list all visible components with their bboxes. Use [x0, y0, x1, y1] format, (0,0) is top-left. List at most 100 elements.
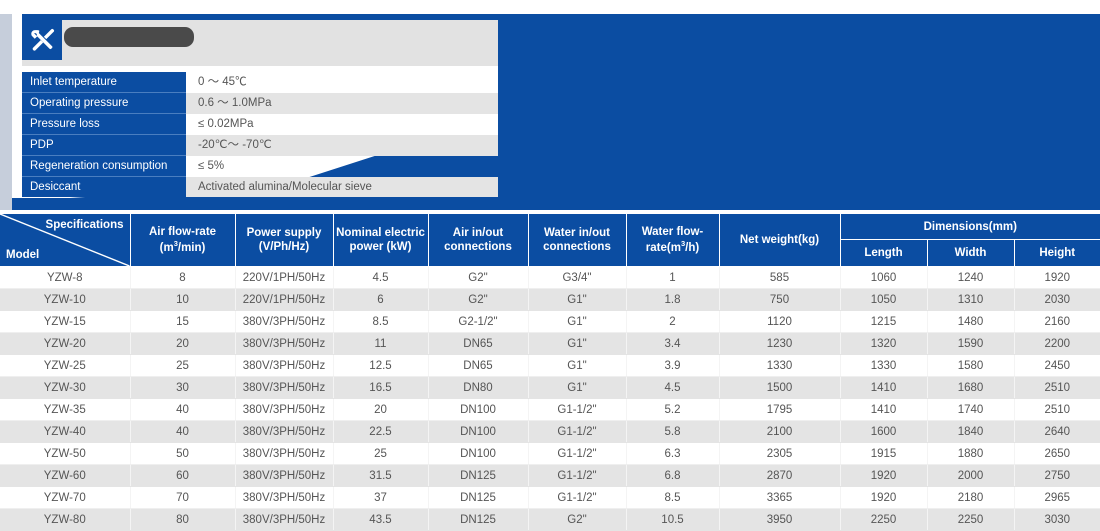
header-water-flow-post: /h) — [685, 241, 700, 254]
cell-air-flow: 20 — [130, 332, 236, 355]
cell-power-supply: 380V/3PH/50Hz — [235, 310, 334, 333]
cell-model: YZW-70 — [0, 486, 131, 509]
cell-power-kw: 25 — [333, 442, 429, 465]
header-air-flow-unit-post: /min) — [177, 241, 206, 254]
cell-width: 2000 — [927, 464, 1015, 487]
cell-air-flow: 40 — [130, 398, 236, 421]
cell-height: 3030 — [1014, 508, 1100, 531]
spec-row: Pressure loss ≤ 0.02MPa — [22, 113, 498, 135]
header-nominal-power: Nominal electric power (kW) — [333, 214, 429, 267]
table-row: YZW-40 40 380V/3PH/50Hz 22.5 DN100 G1-1/2" 5.8… — [0, 420, 1100, 443]
header-water-conn-line1: Water in/out — [543, 226, 610, 239]
cell-water-conn: G1" — [528, 288, 627, 311]
cell-net-weight: 2100 — [719, 420, 841, 443]
spec-card-title-row — [22, 20, 498, 60]
cell-net-weight: 585 — [719, 266, 841, 289]
cell-water-conn: G1" — [528, 310, 627, 333]
header-notch-strip — [0, 198, 12, 210]
spec-value: -20℃～ -70℃ — [186, 134, 498, 156]
model-specification-table: Specifications Model Air flow-rate (m3/m… — [0, 214, 1100, 531]
cell-air-conn: DN65 — [428, 354, 529, 377]
cell-width: 1310 — [927, 288, 1015, 311]
cell-air-conn: DN125 — [428, 486, 529, 509]
cell-power-supply: 380V/3PH/50Hz — [235, 354, 334, 377]
header-power-supply-line2: (V/Ph/Hz) — [258, 241, 310, 253]
table-row: YZW-10 10 220V/1PH/50Hz 6 G2" G1" 1.8 750 1050 13… — [0, 288, 1100, 311]
cell-water-flow: 3.9 — [626, 354, 720, 377]
spec-value: 0 ～ 45℃ — [198, 76, 247, 89]
cell-model: YZW-15 — [0, 310, 131, 333]
cell-power-kw: 37 — [333, 486, 429, 509]
spec-value: ≤ 5% — [198, 160, 225, 172]
cell-width: 1590 — [927, 332, 1015, 355]
cell-water-flow: 3.4 — [626, 332, 720, 355]
spec-parameter-table: Inlet temperature 0 ～ 45℃ Operating pres… — [22, 72, 498, 197]
header-air-flow-unit-pre: (m — [159, 241, 174, 254]
table-row: YZW-70 70 380V/3PH/50Hz 37 DN125 G1-1/2" 8.5 33… — [0, 486, 1100, 509]
cell-air-flow: 70 — [130, 486, 236, 509]
cell-air-conn: DN100 — [428, 442, 529, 465]
cell-power-supply: 380V/3PH/50Hz — [235, 420, 334, 443]
cell-power-supply: 380V/3PH/50Hz — [235, 486, 334, 509]
cell-water-flow: 2 — [626, 310, 720, 333]
table-row: YZW-50 50 380V/3PH/50Hz 25 DN100 G1-1/2" 6.3 23… — [0, 442, 1100, 465]
cell-air-conn: DN125 — [428, 508, 529, 531]
tools-icon — [31, 28, 55, 51]
cell-model: YZW-60 — [0, 464, 131, 487]
table-row: YZW-20 20 380V/3PH/50Hz 11 DN65 G1" 3.4 1230 132… — [0, 332, 1100, 355]
header-nominal-power-line2: power (kW) — [349, 241, 412, 253]
header-water-flow-pre: rate(m — [645, 241, 681, 254]
cell-model: YZW-25 — [0, 354, 131, 377]
header-air-flow-rate: Air flow-rate (m3/min) — [130, 214, 236, 267]
table-body: YZW-8 8 220V/1PH/50Hz 4.5 G2" G3/4" 1 585 1060 12… — [0, 266, 1100, 531]
table-row: YZW-15 15 380V/3PH/50Hz 8.5 G2-1/2" G1" 2 1120 1… — [0, 310, 1100, 333]
cell-power-supply: 380V/3PH/50Hz — [235, 376, 334, 399]
cell-water-flow: 4.5 — [626, 376, 720, 399]
cell-width: 2180 — [927, 486, 1015, 509]
cell-water-flow: 6.3 — [626, 442, 720, 465]
cell-width: 1240 — [927, 266, 1015, 289]
cell-power-supply: 380V/3PH/50Hz — [235, 464, 334, 487]
header-air-connections: Air in/out connections — [428, 214, 529, 267]
cell-height: 2450 — [1014, 354, 1100, 377]
cell-air-flow: 30 — [130, 376, 236, 399]
cell-length: 1060 — [840, 266, 928, 289]
specifications-label: Specifications — [45, 219, 124, 231]
cell-air-conn: G2" — [428, 288, 529, 311]
cell-water-conn: G3/4" — [528, 266, 627, 289]
cell-air-flow: 25 — [130, 354, 236, 377]
cell-model: YZW-20 — [0, 332, 131, 355]
cell-model: YZW-80 — [0, 508, 131, 531]
cell-length: 1600 — [840, 420, 928, 443]
cell-water-flow: 6.8 — [626, 464, 720, 487]
cell-model: YZW-50 — [0, 442, 131, 465]
cell-length: 1320 — [840, 332, 928, 355]
spec-row: Inlet temperature 0 ～ 45℃ — [22, 72, 498, 93]
header-air-flow-line1: Air flow-rate — [148, 225, 217, 238]
cell-net-weight: 3365 — [719, 486, 841, 509]
cell-height: 2510 — [1014, 376, 1100, 399]
cell-power-supply: 380V/3PH/50Hz — [235, 398, 334, 421]
cell-model: YZW-40 — [0, 420, 131, 443]
cell-width: 1580 — [927, 354, 1015, 377]
cell-net-weight: 2870 — [719, 464, 841, 487]
table-row: YZW-80 80 380V/3PH/50Hz 43.5 DN125 G2" 10.5 395… — [0, 508, 1100, 531]
cell-power-supply: 380V/3PH/50Hz — [235, 442, 334, 465]
corner-header-cell: Specifications Model — [0, 214, 131, 267]
cell-water-conn: G1-1/2" — [528, 420, 627, 443]
cell-length: 1410 — [840, 376, 928, 399]
table-row: YZW-60 60 380V/3PH/50Hz 31.5 DN125 G1-1/2" 6.8… — [0, 464, 1100, 487]
cell-power-kw: 8.5 — [333, 310, 429, 333]
cell-net-weight: 2305 — [719, 442, 841, 465]
cell-width: 1680 — [927, 376, 1015, 399]
header-power-supply: Power supply (V/Ph/Hz) — [235, 214, 334, 267]
cell-height: 1920 — [1014, 266, 1100, 289]
cell-net-weight: 1795 — [719, 398, 841, 421]
cell-power-kw: 16.5 — [333, 376, 429, 399]
spec-row: Desiccant Activated alumina/Molecular si… — [22, 176, 498, 197]
cell-air-conn: DN80 — [428, 376, 529, 399]
cell-power-kw: 4.5 — [333, 266, 429, 289]
cell-model: YZW-10 — [0, 288, 131, 311]
cell-height: 2030 — [1014, 288, 1100, 311]
cell-power-supply: 380V/3PH/50Hz — [235, 508, 334, 531]
